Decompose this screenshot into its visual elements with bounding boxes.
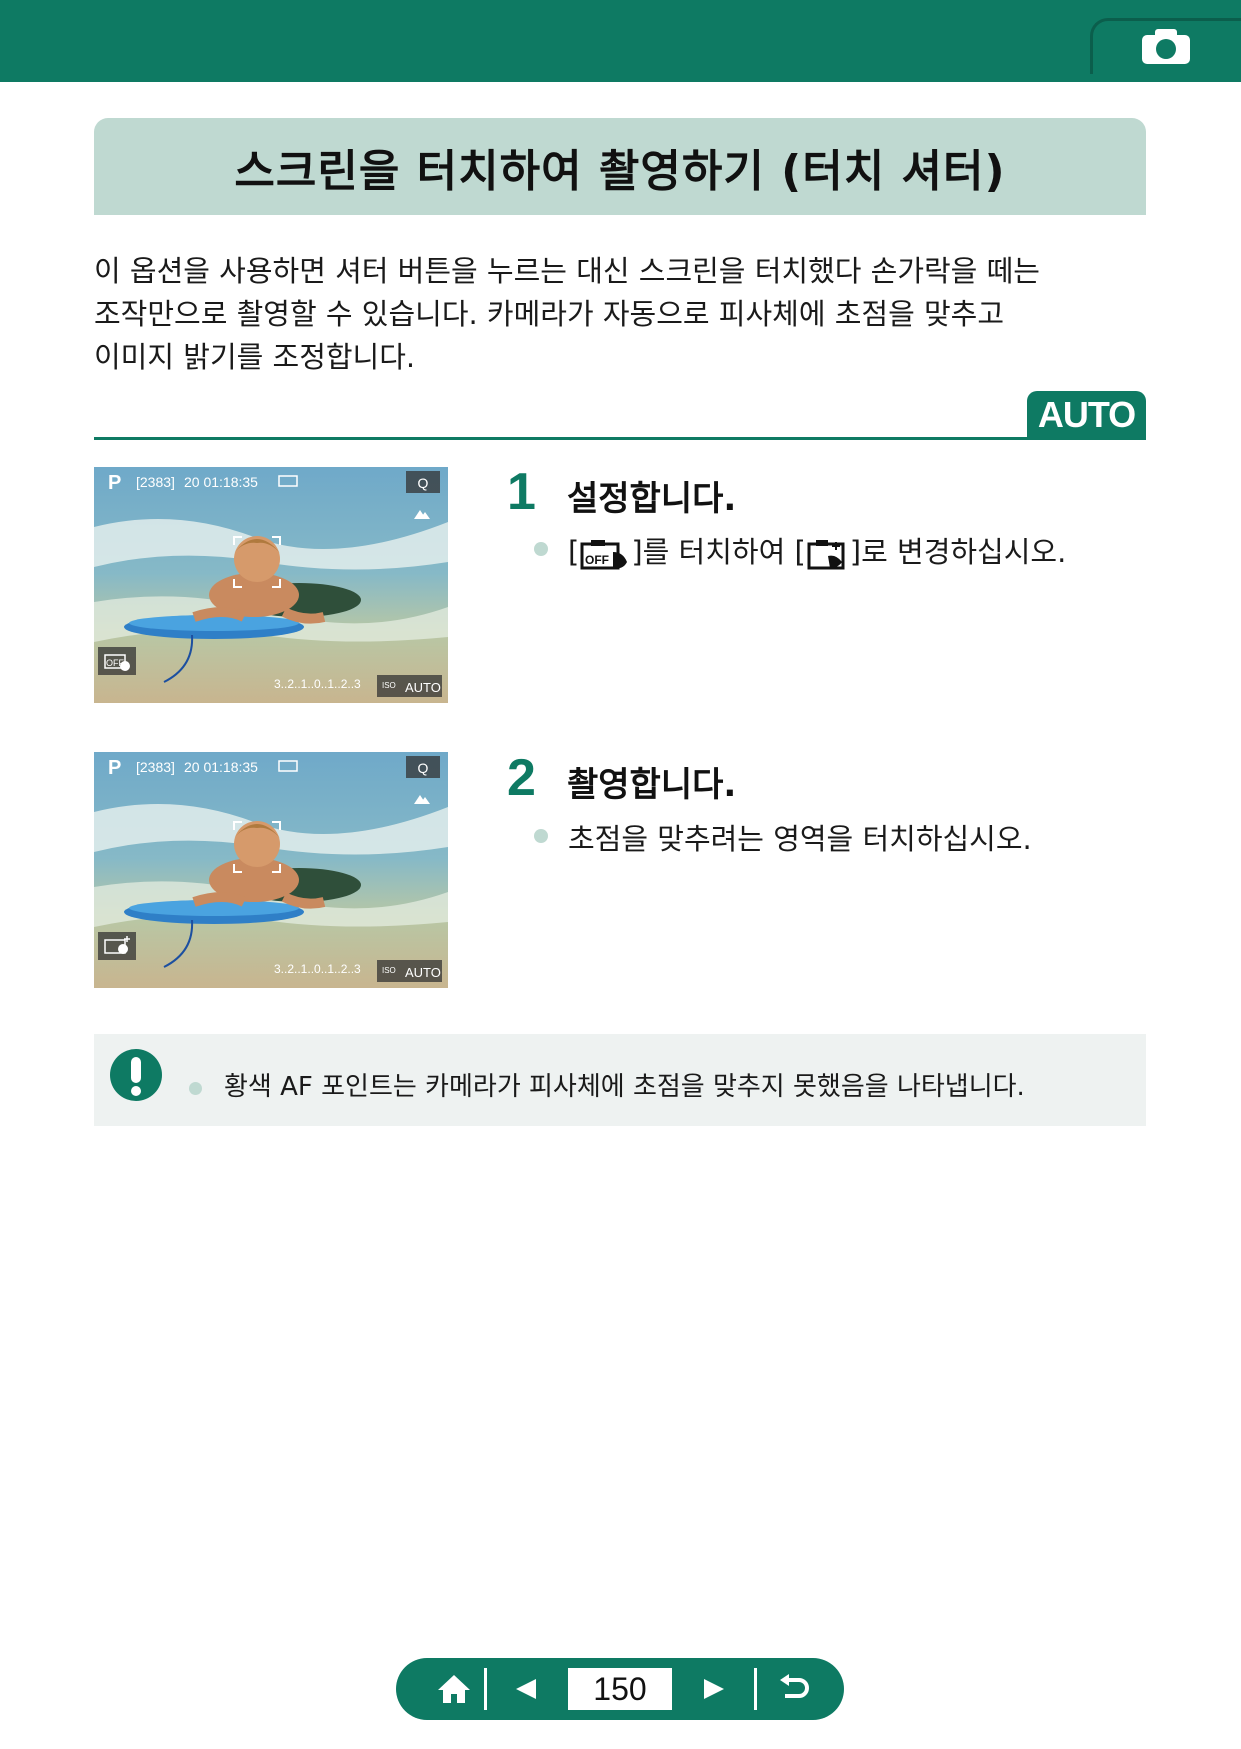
shots-remaining: [2383] (136, 759, 175, 775)
caution-box: 황색 AF 포인트는 카메라가 피사체에 초점을 맞추지 못했음을 나타냅니다. (94, 1034, 1146, 1126)
nav-divider (484, 1668, 487, 1710)
exposure-level-scale: 3..2..1..0..1..2..3 (274, 962, 361, 976)
step-text-part: ]를 터치하여 [ (631, 535, 806, 569)
title-box: 스크린을 터치하여 촬영하기 (터치 셔터) (94, 118, 1146, 215)
step-number: 1 (507, 463, 536, 521)
intro-line: 이 옵션을 사용하면 셔터 버튼을 누르는 대신 스크린을 터치했다 손가락을 … (94, 254, 1040, 288)
iso-label: ISO (382, 966, 396, 975)
bullet-dot (189, 1082, 202, 1095)
page-navigation: 150 (396, 1658, 844, 1720)
step-text-part: ]로 변경하십시오. (849, 535, 1067, 569)
touch-shutter-on-icon (807, 540, 845, 570)
prev-page-button[interactable] (496, 1658, 556, 1720)
iso-value: AUTO (405, 680, 441, 695)
camera-screen-2: P [2383] 20 01:18:35 Q 3..2..1..0..1..2.… (94, 752, 448, 988)
shooting-time: 20 01:18:35 (184, 474, 258, 490)
intro-paragraph: 이 옵션을 사용하면 셔터 버튼을 누르는 대신 스크린을 터치했다 손가락을 … (94, 250, 1154, 379)
caution-text: 황색 AF 포인트는 카메라가 피사체에 초점을 맞추지 못했음을 나타냅니다. (224, 1072, 1025, 1102)
next-page-icon (704, 1679, 724, 1699)
nav-divider (754, 1668, 757, 1710)
step-instruction: 초점을 맞추려는 영역을 터치하십시오. (568, 822, 1032, 856)
shooting-mode: P (108, 757, 121, 779)
touch-shutter-on-icon[interactable] (98, 932, 136, 960)
intro-line: 이미지 밝기를 조정합니다. (94, 340, 416, 374)
exposure-level-scale: 3..2..1..0..1..2..3 (274, 677, 361, 691)
mode-badge: AUTO (1027, 391, 1146, 439)
step-title: 설정합니다. (567, 479, 737, 519)
header-bar (0, 0, 1241, 82)
home-icon (438, 1675, 470, 1703)
touch-shutter-off-icon[interactable]: OFF (98, 647, 136, 675)
svg-text:OFF: OFF (585, 553, 609, 567)
quick-menu-label: Q (418, 760, 429, 776)
return-icon (780, 1674, 809, 1698)
iso-label: ISO (382, 681, 396, 690)
intro-line: 조작만으로 촬영할 수 있습니다. 카메라가 자동으로 피사체에 초점을 맞추고 (94, 297, 1005, 331)
section-rule (94, 437, 1146, 440)
return-button[interactable] (764, 1658, 824, 1720)
shots-remaining: [2383] (136, 474, 175, 490)
shooting-mode: P (108, 472, 121, 494)
page-number: 150 (568, 1668, 672, 1710)
next-page-button[interactable] (684, 1658, 744, 1720)
caution-icon (110, 1049, 162, 1101)
page-title: 스크린을 터치하여 촬영하기 (터치 셔터) (234, 145, 1006, 197)
camera-icon[interactable] (1140, 26, 1192, 66)
bullet-dot (534, 829, 548, 843)
step-instruction: [ OFF ]를 터치하여 [ ]로 변경하십시오. (568, 529, 1066, 571)
step-number: 2 (507, 749, 536, 807)
camera-screen-1: P [2383] 20 01:18:35 Q OFF 3..2..1..0..1… (94, 467, 448, 703)
home-button[interactable] (424, 1658, 484, 1720)
bullet-dot (534, 542, 548, 556)
prev-page-icon (516, 1679, 536, 1699)
iso-value: AUTO (405, 965, 441, 980)
step-title: 촬영합니다. (567, 765, 737, 805)
quick-menu-label: Q (418, 475, 429, 491)
touch-shutter-off-icon: OFF (580, 540, 628, 570)
step-text-part: [ (568, 535, 580, 569)
shooting-time: 20 01:18:35 (184, 759, 258, 775)
